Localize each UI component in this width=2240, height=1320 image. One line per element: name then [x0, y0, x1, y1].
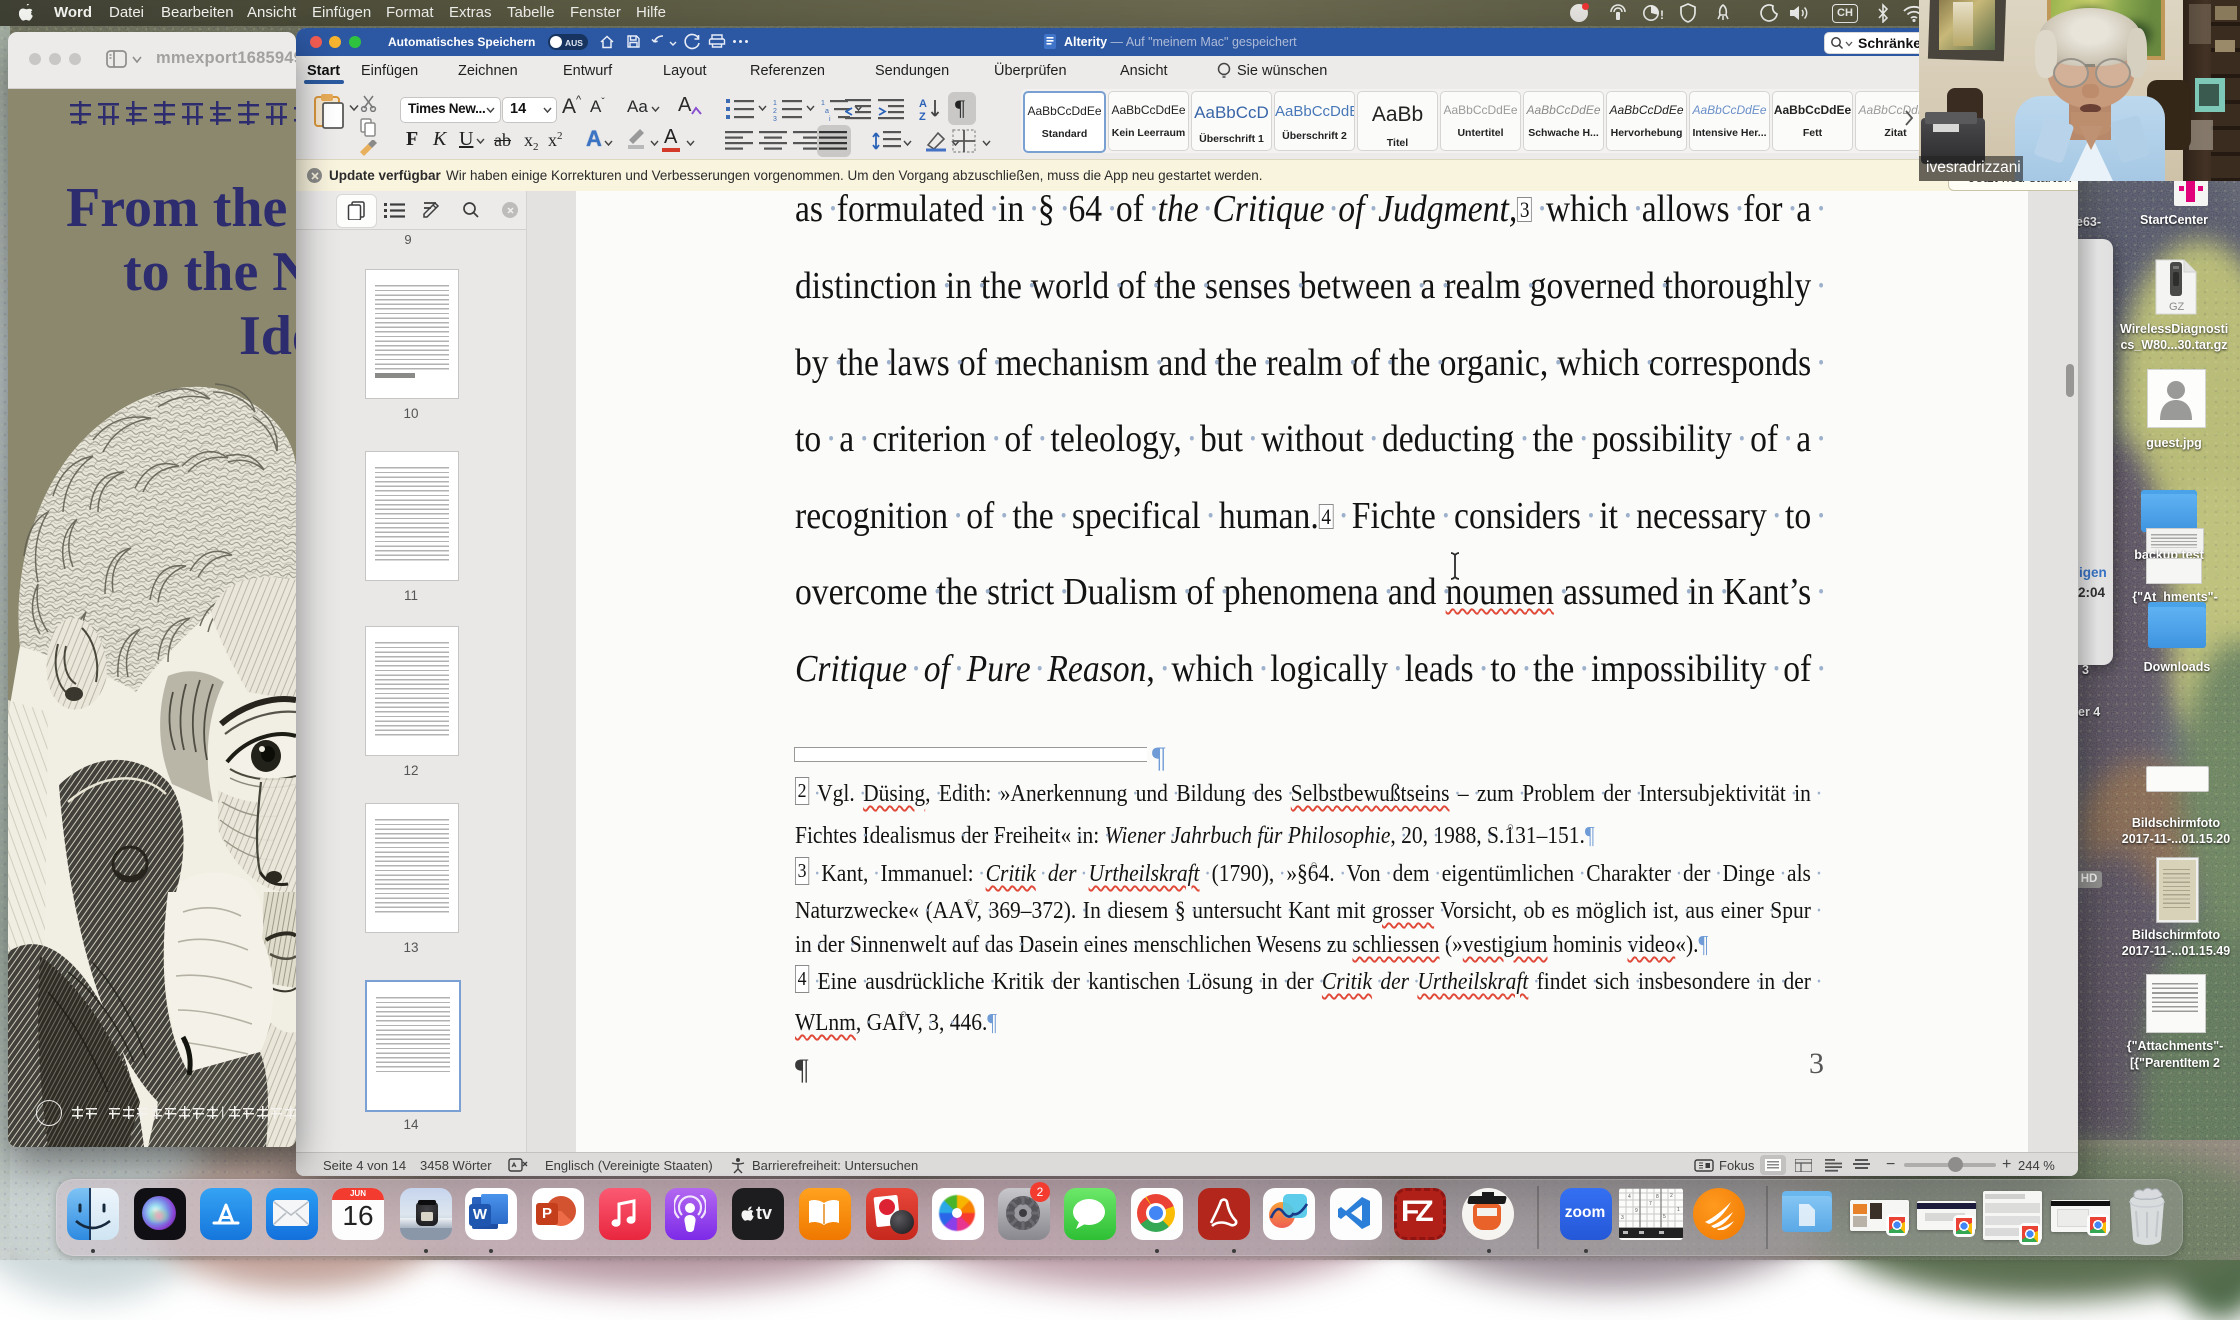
svg-text:1: 1: [1677, 1207, 1680, 1213]
svg-text:7: 7: [1649, 1201, 1652, 1207]
svg-text:1: 1: [821, 100, 825, 107]
svg-text:9: 9: [1635, 1208, 1638, 1214]
svg-text:3: 3: [1621, 1215, 1624, 1221]
svg-text:2: 2: [773, 108, 777, 115]
svg-text:1: 1: [773, 100, 777, 107]
svg-text:GZ: GZ: [2169, 301, 2185, 313]
svg-text:4: 4: [1628, 1194, 1631, 1200]
svg-text:3: 3: [773, 116, 777, 121]
svg-text:!: !: [1660, 8, 1664, 22]
svg-text:8: 8: [1656, 1194, 1659, 1200]
svg-text:Z: Z: [919, 111, 926, 122]
svg-text:a: a: [825, 108, 829, 115]
svg-text:A: A: [919, 98, 927, 110]
svg-text:i: i: [829, 116, 831, 121]
svg-text:5: 5: [1663, 1214, 1666, 1220]
svg-text:2: 2: [1670, 1193, 1673, 1199]
